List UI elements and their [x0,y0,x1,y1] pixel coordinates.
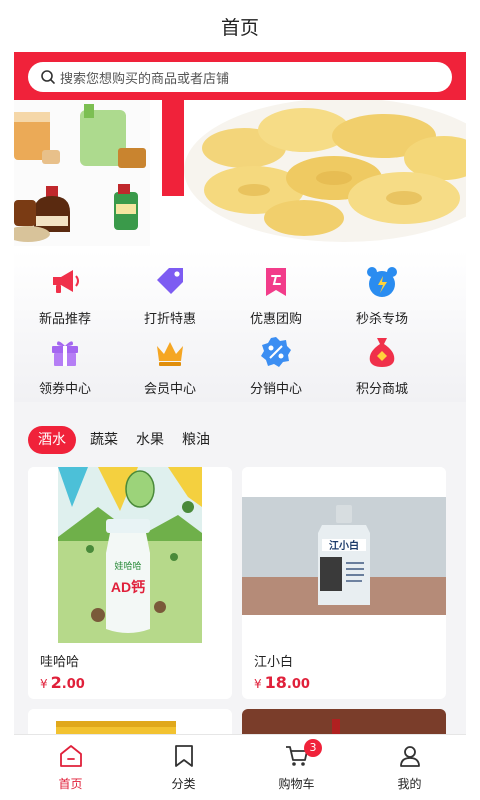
menu-label: 分销中心 [249,382,302,397]
bookmark-icon [174,745,193,767]
cart-badge: 3 [304,739,322,757]
menu-item-discount-deals[interactable]: 打折特惠 [120,264,220,327]
search-icon [41,70,55,84]
menu-item-points-mall[interactable]: 积分商城 [332,334,432,397]
menu-label: 领券中心 [38,382,91,397]
product-image-label: AD钙 [111,579,145,595]
banner-chips-image [184,100,466,250]
page-title: 首页 [220,16,259,39]
menu-label: 秒杀专场 [355,312,408,327]
category-tabs: 酒水 蔬菜 水果 粮油 [28,426,228,454]
group-buy-icon [266,268,286,296]
alarm-clock-icon [367,267,397,297]
menu-item-group-buy[interactable]: 优惠团购 [226,264,326,327]
banner-drinks-image [14,100,150,246]
page-header: 首页 [14,0,466,52]
menu-label: 新品推荐 [38,312,91,327]
product-price: ¥18.00 [254,673,310,692]
search-placeholder: 搜索您想购买的商品或者店铺 [60,71,230,87]
tabbar-item-cart[interactable]: 3 购物车 [240,735,353,800]
menu-item-new-products[interactable]: 新品推荐 [15,264,115,327]
menu-item-coupon-center[interactable]: 领券中心 [15,334,115,397]
app-screen: 首页 搜索您想购买的商品或者店铺 新品推荐 打折特惠 优惠团购 秒杀专场 领券中… [14,0,466,800]
menu-item-member-center[interactable]: 会员中心 [120,334,220,397]
menu-item-flash-sale[interactable]: 秒杀专场 [332,264,432,327]
tabbar-item-home[interactable]: 首页 [14,735,127,800]
product-price: ¥2.00 [40,673,85,692]
banner-red-accent [162,100,184,196]
product-image-brand: 娃哈哈 [114,560,141,571]
tab-vegetables[interactable]: 蔬菜 [90,426,118,454]
gift-icon [52,341,78,366]
tab-fruits[interactable]: 水果 [136,426,164,454]
bottom-tab-bar: 首页 分类 3 购物车 我的 [14,734,466,800]
price-tag-icon [157,268,183,294]
product-name: 哇哈哈 [40,655,80,670]
user-icon [399,746,420,767]
menu-item-distribution-center[interactable]: 分销中心 [226,334,326,397]
crown-icon [157,342,183,366]
product-image: 江小白 [242,467,446,643]
product-image: 娃哈哈 AD钙 [28,467,232,643]
tabbar-item-profile[interactable]: 我的 [353,735,466,800]
tab-grain-oil[interactable]: 粮油 [182,426,210,454]
money-bag-icon [369,338,395,367]
quick-menu: 新品推荐 打折特惠 优惠团购 秒杀专场 领券中心 会员中心 分销中心 积分商城 [14,250,466,402]
search-input[interactable]: 搜索您想购买的商品或者店铺 [28,62,452,92]
menu-label: 积分商城 [355,382,408,397]
product-card[interactable]: 娃哈哈 AD钙 哇哈哈 ¥2.00 [28,467,232,699]
product-card[interactable]: 江小白 江小白 ¥18.00 [242,467,446,699]
tabbar-label: 购物车 [278,777,315,791]
tabbar-label: 首页 [58,777,83,791]
home-icon [59,745,82,767]
promo-banner[interactable] [14,100,466,250]
product-image-brand: 江小白 [329,539,359,552]
tabbar-item-category[interactable]: 分类 [127,735,240,800]
menu-label: 打折特惠 [143,312,196,327]
product-name: 江小白 [254,655,294,670]
tab-drinks[interactable]: 酒水 [28,426,76,454]
menu-label: 会员中心 [143,382,196,397]
tabbar-label: 分类 [171,777,196,791]
megaphone-icon [53,270,79,293]
tabbar-label: 我的 [397,777,422,791]
discount-icon [261,337,291,367]
menu-label: 优惠团购 [249,312,302,327]
